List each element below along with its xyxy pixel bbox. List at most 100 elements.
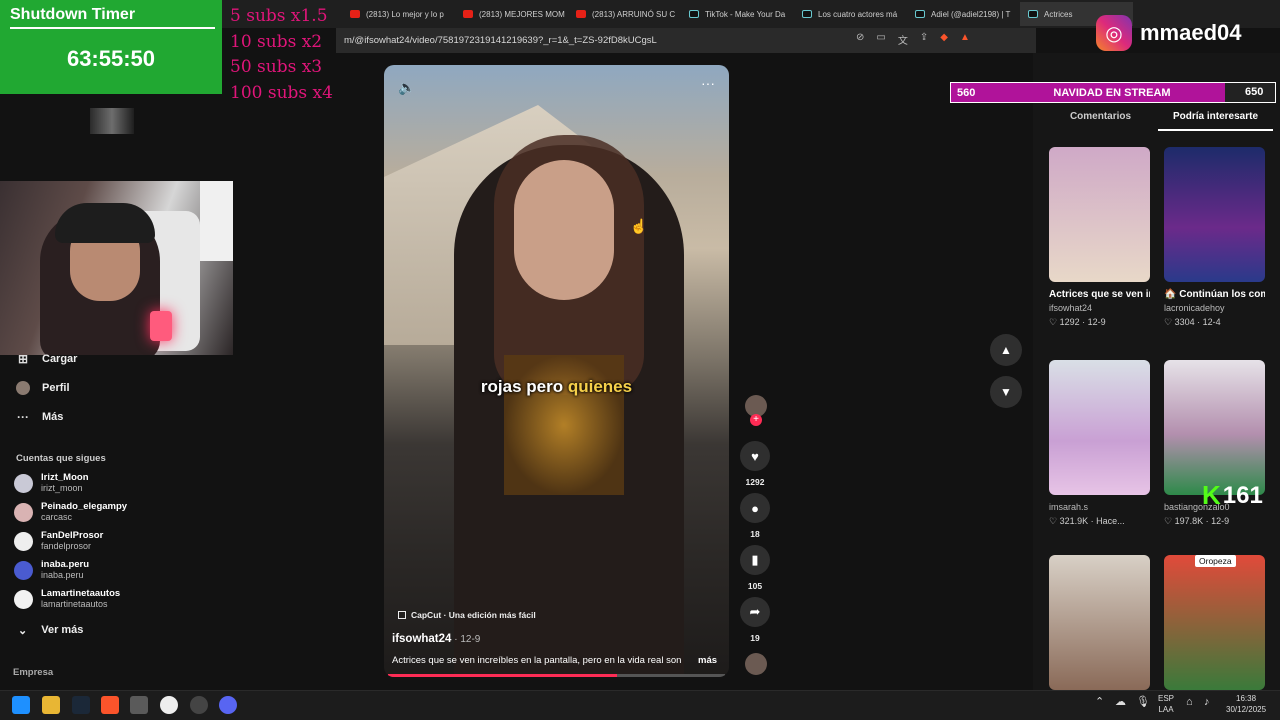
video-shirt-print — [504, 355, 624, 495]
instagram-overlay: ◎ mmaed04 — [1096, 12, 1276, 54]
windows-start-icon[interactable] — [12, 696, 30, 714]
calculator-icon[interactable] — [130, 696, 148, 714]
rgb-lamp — [150, 311, 172, 341]
tab-recommended[interactable]: Podría interesarte — [1158, 105, 1273, 131]
timer-value: 63:55:50 — [66, 46, 156, 71]
video-author[interactable]: ifsowhat24 · 12-9 — [392, 633, 480, 645]
volume-tray-icon[interactable]: ♪ — [1204, 697, 1210, 708]
avatar — [14, 589, 33, 609]
brave-browser-icon[interactable] — [101, 696, 119, 714]
subs-rule: 100 subs x4 — [230, 82, 333, 103]
address-bar-icons: ⊘ ▭ 文 ⇪ ◆ ▲ — [856, 32, 970, 47]
network-icon[interactable]: ⌂ — [1186, 697, 1193, 708]
more-link[interactable]: más — [698, 655, 717, 666]
browser-tab[interactable]: (2813) Lo mejor y lo p — [342, 2, 455, 26]
recommended-video-card[interactable]: Actrices que se ven increíbles en... ifs… — [1049, 147, 1150, 330]
following-account[interactable]: FanDelProsor fandelprosor — [14, 530, 103, 552]
video-thumbnail — [1164, 360, 1265, 495]
clock[interactable]: 16:38 30/12/2025 — [1226, 693, 1266, 715]
more-options-icon[interactable]: ··· — [701, 75, 715, 91]
video-thumbnail — [1049, 360, 1150, 495]
subs-rule: 50 subs x3 — [230, 57, 323, 77]
avatar — [14, 473, 33, 493]
kick-icon: K — [1202, 480, 1221, 510]
tiktok-icon — [802, 10, 812, 18]
browser-tab[interactable]: (2813) ARRUINÓ SU C — [568, 2, 681, 26]
progress-fill — [388, 674, 618, 677]
tiktok-icon — [1028, 10, 1038, 18]
discord-icon[interactable] — [219, 696, 237, 714]
translate-icon[interactable]: 文 — [898, 32, 908, 47]
browser-tab[interactable]: Los cuatro actores má — [794, 2, 907, 26]
share-icon[interactable]: ⇪ — [920, 32, 928, 47]
recommended-video-card[interactable]: 🏠 Continúan los comentarios sob... lacro… — [1164, 147, 1265, 330]
browser-tab[interactable]: (2813) MEJORES MOM — [455, 2, 568, 26]
volume-icon[interactable]: 🔈 — [398, 79, 415, 96]
chevron-down-icon: ▼ — [1000, 385, 1012, 399]
browser-tab[interactable]: TikTok - Make Your Da — [681, 2, 794, 26]
sidebar-item-profile[interactable]: Perfil — [16, 381, 70, 395]
overlay-thumbnail — [90, 108, 134, 134]
rewards-icon[interactable]: ▲ — [960, 32, 970, 47]
onedrive-icon[interactable]: ☁ — [1115, 697, 1126, 708]
following-account[interactable]: Lamartinetaautos lamartinetaautos — [14, 588, 120, 610]
heart-icon[interactable]: ♥ — [740, 441, 770, 471]
tracking-icon[interactable]: ⊘ — [856, 32, 864, 47]
share-action[interactable]: ➦ 19 — [739, 597, 771, 643]
kick-counter: K 161 — [1202, 480, 1263, 510]
capcut-label[interactable]: CapCut · Una edición más fácil — [398, 610, 536, 620]
video-progress-bar[interactable] — [388, 674, 725, 677]
sidebar-item-upload[interactable]: ⊞ Cargar — [16, 352, 78, 366]
streamer-cap — [55, 203, 155, 243]
like-action[interactable]: ♥ 1292 — [739, 441, 771, 487]
recommended-video-card[interactable] — [1049, 555, 1150, 690]
comment-icon[interactable]: ● — [740, 493, 770, 523]
video-description: Actrices que se ven increíbles en la pan… — [392, 655, 718, 666]
avatar — [14, 531, 33, 551]
bookmark-icon[interactable]: ▮ — [740, 545, 770, 575]
webcam-feed — [0, 181, 233, 355]
youtube-icon — [350, 10, 360, 18]
previous-video-button[interactable]: ▲ — [990, 334, 1022, 366]
tray-overflow-icon[interactable]: ⌃ — [1095, 697, 1104, 708]
sidebar-item-more[interactable]: ··· Más — [16, 410, 63, 424]
recommended-video-card[interactable]: imsarah.s ♡ 321.9K · Hace... — [1049, 360, 1150, 529]
tiktok-icon — [689, 10, 699, 18]
subs-rule: 5 subs x1.5 — [230, 6, 328, 26]
follow-plus-icon[interactable]: + — [750, 414, 762, 426]
brave-shield-icon[interactable]: ◆ — [940, 32, 948, 47]
chevron-up-icon: ▲ — [1000, 343, 1012, 357]
tab-comments[interactable]: Comentarios — [1043, 105, 1158, 131]
cast-icon[interactable]: ▭ — [876, 32, 885, 47]
youtube-icon — [463, 10, 473, 18]
video-thumbnail — [1049, 147, 1150, 282]
divider — [10, 27, 215, 29]
instagram-icon: ◎ — [1096, 15, 1132, 51]
browser-tab[interactable]: Adiel (@adiel2198) | T — [907, 2, 1020, 26]
recommended-video-card[interactable] — [1164, 555, 1265, 690]
following-account[interactable]: inaba.peru inaba.peru — [14, 559, 89, 581]
file-explorer-icon[interactable] — [42, 696, 60, 714]
video-player[interactable]: 🔈 ··· rojas pero quienes CapCut · Una ed… — [384, 65, 729, 677]
music-disc-avatar[interactable] — [745, 653, 767, 675]
subs-rule: 10 subs x2 — [230, 31, 323, 52]
timer-title: Shutdown Timer — [10, 6, 136, 23]
next-video-button[interactable]: ▼ — [990, 376, 1022, 408]
save-action[interactable]: ▮ 105 — [739, 545, 771, 591]
microphone-icon[interactable]: 🎙 — [1136, 697, 1150, 708]
following-account[interactable]: Peinado_elegampy carcasc — [14, 501, 127, 523]
settings-icon[interactable] — [190, 696, 208, 714]
language-indicator[interactable]: ESP LAA — [1158, 693, 1174, 715]
video-thumbnail — [1049, 555, 1150, 690]
obs-icon[interactable] — [160, 696, 178, 714]
following-title: Cuentas que sigues — [16, 453, 106, 464]
see-more-button[interactable]: ⌄ Ver más — [18, 624, 83, 637]
steam-icon[interactable] — [72, 696, 90, 714]
chevron-down-icon: ⌄ — [18, 625, 28, 637]
following-account[interactable]: Irizt_Moon irizt_moon — [14, 472, 89, 494]
christmas-goal-banner: 560 NAVIDAD EN STREAM 650 — [950, 82, 1276, 103]
video-caption: rojas pero quienes — [480, 377, 633, 396]
company-link[interactable]: Empresa — [13, 667, 53, 678]
share-arrow-icon[interactable]: ➦ — [740, 597, 770, 627]
comment-action[interactable]: ● 18 — [739, 493, 771, 539]
